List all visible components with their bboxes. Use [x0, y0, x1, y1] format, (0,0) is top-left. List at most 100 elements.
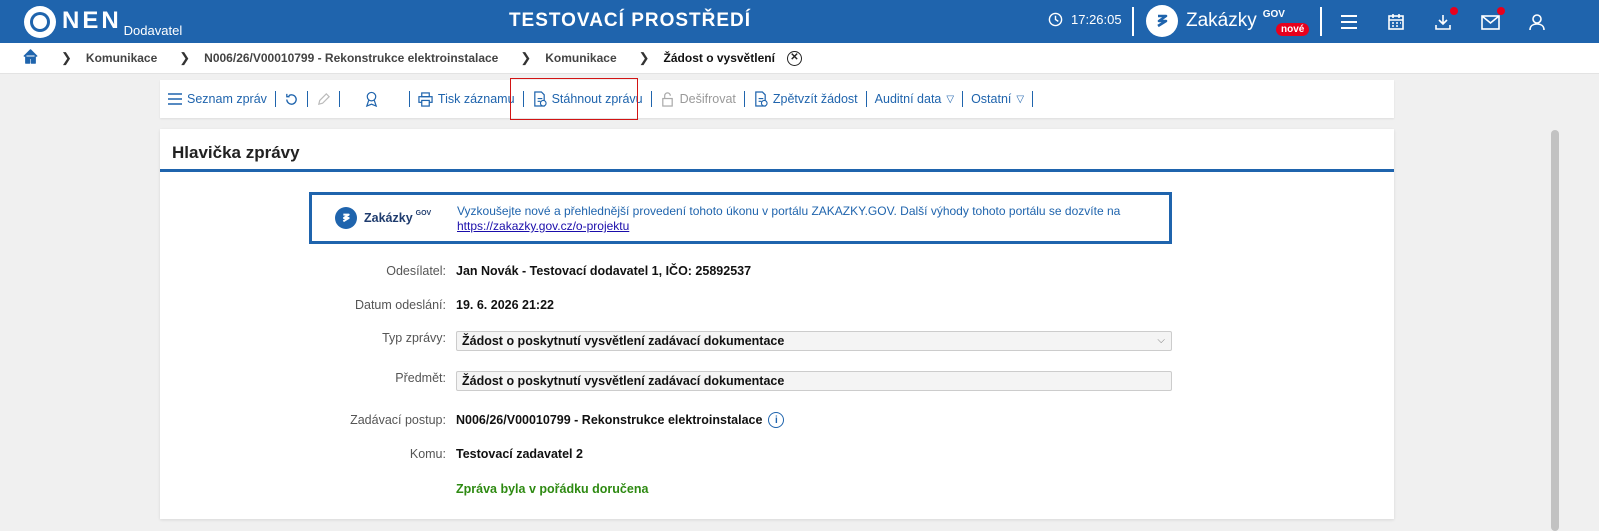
audit-data-label: Auditní data	[874, 92, 942, 106]
clock-time: 17:26:05	[1071, 12, 1122, 27]
print-record-button[interactable]: Tisk záznamu	[418, 91, 515, 107]
promo-gov: GOV	[415, 209, 432, 217]
procedure-text: N006/26/V00010799 - Rekonstrukce elektro…	[456, 413, 763, 427]
refresh-button[interactable]	[284, 92, 299, 107]
sent-date-row: Datum odeslání: 19. 6. 2026 21:22	[160, 298, 1394, 312]
audit-data-dropdown[interactable]: Auditní data ▽	[875, 92, 954, 106]
print-record-label: Tisk záznamu	[437, 92, 515, 106]
other-dropdown[interactable]: Ostatní ▽	[971, 92, 1024, 106]
breadcrumb: ❯ Komunikace ❯ N006/26/V00010799 - Rekon…	[0, 43, 1599, 74]
chevron-right-icon: ❯	[520, 50, 532, 65]
decrypt-button[interactable]: Dešifrovat	[660, 91, 736, 107]
download-icon[interactable]	[1432, 7, 1458, 33]
session-clock: 17:26:05	[1048, 12, 1122, 27]
recipient-label: Komu:	[409, 447, 446, 461]
zakazky-label: Zakázky	[1186, 10, 1257, 31]
divider	[274, 91, 276, 107]
sender-row: Odesílatel: Jan Novák - Testovací dodava…	[160, 264, 1394, 278]
user-icon[interactable]	[1526, 11, 1548, 33]
message-type-label: Typ zprávy:	[382, 331, 446, 345]
chevron-right-icon: ❯	[638, 50, 650, 65]
zakazky-gov-link[interactable]: Zakázky GOV nové	[1146, 5, 1310, 37]
refresh-icon	[286, 93, 297, 105]
scrollbar[interactable]	[1551, 130, 1559, 531]
sent-date-label: Datum odeslání:	[354, 298, 446, 312]
sent-date-value: 19. 6. 2026 21:22	[456, 298, 554, 312]
zakazky-promo-banner: Zakázky GOV Vyzkoušejte nové a přehledně…	[309, 192, 1172, 244]
home-icon[interactable]	[22, 48, 39, 68]
subject-field[interactable]: Žádost o poskytnutí vysvětlení zadávací …	[456, 371, 1172, 391]
subject-value: Žádost o poskytnutí vysvětlení zadávací …	[462, 374, 785, 388]
divider	[306, 91, 308, 107]
menu-icon[interactable]	[1338, 11, 1360, 33]
divider	[408, 91, 410, 107]
badge-icon	[365, 91, 378, 107]
mail-icon[interactable]	[1479, 7, 1505, 33]
divider	[743, 91, 745, 107]
promo-link[interactable]: https://zakazky.gov.cz/o-projektu	[457, 219, 629, 233]
clock-icon	[1048, 12, 1063, 27]
calendar-icon[interactable]	[1385, 11, 1407, 33]
toolbar: Seznam zpráv Tisk záznamu Stáhnout zpráv…	[160, 78, 1394, 120]
subject-row: Předmět: Žádost o poskytnutí vysvětlení …	[160, 371, 1394, 391]
new-badge: nové	[1276, 23, 1310, 36]
message-header-panel: Hlavička zprávy Zakázky GOV Vyzkoušejte …	[160, 129, 1394, 519]
promo-text-block: Vyzkoušejte nové a přehlednější proveden…	[452, 195, 1120, 234]
recipient-row: Komu: Testovací zadavatel 2	[160, 447, 1394, 461]
withdraw-request-label: Zpětvzít žádost	[772, 92, 858, 106]
certificate-button[interactable]	[364, 91, 379, 107]
top-bar: NEN Dodavatel TESTOVACÍ PROSTŘEDÍ 17:26:…	[0, 0, 1599, 43]
promo-text: Vyzkoušejte nové a přehlednější proveden…	[457, 204, 1121, 218]
notification-dot	[1450, 7, 1458, 15]
other-label: Ostatní	[971, 92, 1012, 106]
divider	[1132, 7, 1134, 36]
divider	[1320, 7, 1322, 36]
procedure-value: N006/26/V00010799 - Rekonstrukce elektro…	[456, 412, 785, 428]
breadcrumb-item[interactable]: Komunikace	[545, 51, 616, 65]
withdraw-request-button[interactable]: Zpětvzít žádost	[753, 91, 858, 107]
message-type-row: Typ zprávy: Žádost o poskytnutí vysvětle…	[160, 331, 1394, 351]
chevron-right-icon: ❯	[179, 50, 191, 65]
divider	[962, 91, 964, 107]
divider	[865, 91, 867, 107]
subject-label: Předmět:	[395, 371, 446, 385]
triangle-down-icon: ▽	[1016, 93, 1025, 105]
edit-button[interactable]	[316, 92, 331, 107]
divider	[1032, 91, 1034, 107]
notification-dot	[1497, 7, 1505, 15]
message-type-value: Žádost o poskytnutí vysvětlení zadávací …	[462, 334, 785, 348]
promo-logo: Zakázky GOV	[312, 195, 452, 229]
delivery-status: Zpráva byla v pořádku doručena	[456, 482, 649, 496]
sender-label: Odesílatel:	[386, 264, 446, 278]
message-list-label: Seznam zpráv	[187, 92, 267, 106]
close-icon[interactable]: ✕	[786, 50, 802, 66]
breadcrumb-item[interactable]: N006/26/V00010799 - Rekonstrukce elektro…	[204, 51, 498, 65]
breadcrumb-current: Žádost o vysvětlení	[663, 51, 775, 65]
message-type-select[interactable]: Žádost o poskytnutí vysvětlení zadávací …	[456, 331, 1172, 351]
zakazky-logo-icon	[335, 207, 357, 229]
info-icon[interactable]: i	[768, 412, 785, 428]
procedure-row: Zadávací postup: N006/26/V00010799 - Rek…	[160, 412, 1394, 428]
chevron-right-icon: ❯	[61, 50, 72, 65]
unlock-icon	[661, 92, 673, 107]
zakazky-logo-icon	[1146, 5, 1178, 37]
triangle-down-icon: ▽	[946, 93, 955, 105]
printer-icon	[418, 91, 433, 107]
divider	[650, 91, 652, 107]
document-undo-icon	[755, 91, 768, 107]
breadcrumb-item[interactable]: Komunikace	[86, 51, 157, 65]
pencil-icon	[317, 92, 330, 105]
decrypt-label: Dešifrovat	[679, 92, 736, 106]
message-list-button[interactable]: Seznam zpráv	[168, 92, 267, 106]
delivery-status-row: Zpráva byla v pořádku doručena	[160, 482, 1394, 496]
chevron-down-icon: ⌵	[1157, 335, 1165, 346]
promo-name: Zakázky	[364, 211, 413, 225]
zakazky-gov-label: GOV	[1262, 8, 1285, 20]
recipient-value: Testovací zadavatel 2	[456, 447, 583, 461]
panel-title: Hlavička zprávy	[160, 129, 1394, 172]
focus-highlight	[510, 78, 638, 120]
divider	[338, 91, 340, 107]
procedure-label: Zadávací postup:	[350, 413, 446, 427]
list-icon	[168, 93, 182, 105]
sender-value: Jan Novák - Testovací dodavatel 1, IČO: …	[456, 264, 752, 278]
